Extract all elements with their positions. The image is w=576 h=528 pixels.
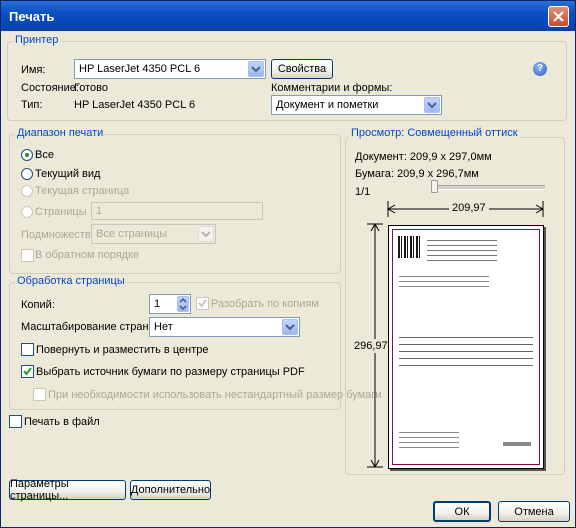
printer-type-label: Тип: [21, 99, 43, 111]
auto-rotate-label: Повернуть и разместить в центре [36, 344, 209, 356]
page-counter: 1/1 [355, 186, 371, 198]
copies-label: Копий: [21, 299, 55, 311]
qr-code-image [398, 236, 420, 258]
custom-paper-label: При необходимости использовать нестандар… [48, 389, 382, 401]
pages-input[interactable]: 1 [91, 202, 263, 220]
radio-current-page-label: Текущая страница [35, 185, 130, 197]
printer-name-label: Имя: [21, 64, 46, 76]
choose-source-checkbox[interactable] [21, 365, 34, 378]
print-to-file-label: Печать в файл [24, 416, 100, 428]
comments-value: Документ и пометки [276, 99, 379, 111]
advanced-button[interactable]: Дополнительно [130, 480, 211, 500]
scaling-value: Нет [154, 321, 173, 333]
page-handling-label: Обработка страницы [15, 275, 127, 287]
page-text-block [427, 238, 497, 264]
radio-current-view-label: Текущий вид [35, 168, 101, 180]
page-text-block [503, 442, 531, 446]
slider-thumb-icon[interactable] [431, 180, 438, 193]
radio-all-label: Все [35, 149, 54, 161]
close-icon [553, 11, 564, 22]
printer-type-value: HP LaserJet 4350 PCL 6 [74, 99, 196, 111]
radio-current-page[interactable] [21, 185, 33, 197]
collate-label: Разобрать по копиям [211, 298, 319, 310]
auto-rotate-checkbox[interactable] [21, 343, 34, 356]
chevron-down-icon[interactable] [198, 226, 214, 242]
checkmark-icon [23, 367, 32, 376]
document-size: Документ: 209,9 x 297,0мм [355, 151, 492, 163]
printer-group-label: Принтер [13, 34, 61, 46]
ok-button[interactable]: ОК [433, 501, 491, 522]
choose-source-label: Выбрать источник бумаги по размеру стран… [36, 366, 305, 378]
spinner-icon[interactable] [177, 296, 189, 312]
scaling-select[interactable]: Нет [149, 317, 300, 337]
subset-select[interactable]: Все страницы [91, 224, 216, 244]
paper-size: Бумага: 209,9 x 296,7мм [355, 168, 479, 180]
title-bar[interactable]: Печать [1, 1, 575, 31]
page-preview [388, 225, 544, 469]
reverse-checkbox[interactable] [21, 249, 34, 262]
printer-status-value: Готово [74, 82, 108, 94]
chevron-down-icon[interactable] [424, 97, 440, 113]
collate-checkbox[interactable] [196, 297, 209, 310]
page-text-block [399, 334, 533, 366]
radio-pages[interactable] [21, 206, 33, 218]
subset-value: Все страницы [96, 228, 168, 240]
subset-label: Подмножество: [21, 229, 100, 241]
page-content-area [392, 229, 540, 465]
width-label: 209,97 [449, 202, 489, 214]
copies-input[interactable]: 1 [149, 294, 191, 314]
printer-name-select[interactable]: HP LaserJet 4350 PCL 6 [74, 59, 266, 79]
page-text-block [399, 274, 489, 288]
copies-value: 1 [154, 298, 161, 310]
comments-select[interactable]: Документ и пометки [271, 95, 442, 115]
radio-all[interactable] [21, 149, 33, 161]
chevron-down-icon[interactable] [248, 61, 264, 77]
custom-paper-checkbox[interactable] [33, 388, 46, 401]
window-title: Печать [9, 9, 55, 24]
comments-label: Комментарии и формы: [271, 82, 393, 94]
page-slider-track[interactable] [431, 185, 545, 190]
pages-input-value: 1 [96, 205, 103, 217]
reverse-label: В обратном порядке [35, 249, 140, 261]
checkmark-icon [198, 299, 207, 308]
chevron-down-icon[interactable] [282, 319, 298, 335]
properties-button[interactable]: Свойства [271, 59, 333, 79]
height-label: 296,97 [354, 339, 388, 353]
preview-label: Просмотр: Совмещенный оттиск [349, 127, 520, 139]
printer-name-value: HP LaserJet 4350 PCL 6 [79, 63, 201, 75]
help-icon[interactable]: ? [533, 62, 547, 76]
page-setup-button[interactable]: Параметры страницы... [9, 478, 126, 502]
close-button[interactable] [548, 6, 569, 27]
print-to-file-checkbox[interactable] [9, 415, 22, 428]
radio-current-view[interactable] [21, 168, 33, 180]
print-dialog: Печать Принтер Имя: HP LaserJet 4350 PCL… [0, 0, 576, 528]
print-range-label: Диапазон печати [15, 127, 106, 139]
radio-pages-label: Страницы [35, 206, 87, 218]
printer-status-label: Состояние: [21, 82, 79, 94]
page-text-block [399, 430, 459, 452]
cancel-button[interactable]: Отмена [498, 501, 570, 522]
